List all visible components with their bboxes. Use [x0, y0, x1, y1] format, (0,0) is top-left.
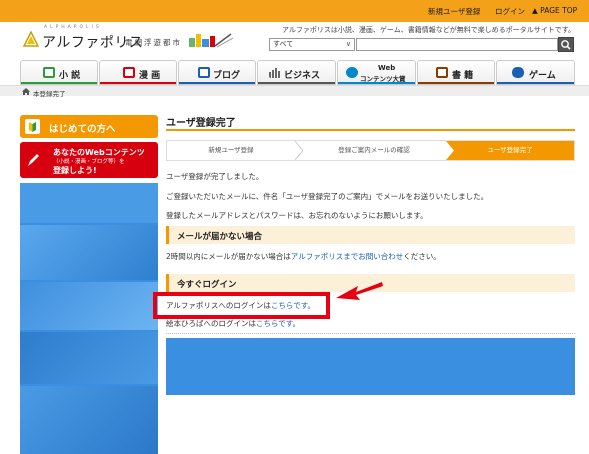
- page-title: ユーザ登録完了: [166, 118, 236, 129]
- sidebar-banner[interactable]: [20, 183, 158, 223]
- step-1: 新規ユーザ登録: [208, 146, 254, 154]
- email-sent-message: ご登録いただいたメールに、件名「ユーザ登録完了のご案内」でメールをお送りいたしま…: [166, 192, 489, 201]
- nav-item-game[interactable]: ゲーム: [496, 60, 575, 85]
- gamepad-icon: [512, 67, 524, 78]
- step-3-active: ユーザ登録完了: [446, 141, 574, 160]
- nav-item-blog[interactable]: ブログ: [178, 60, 256, 85]
- book-icon: [436, 67, 448, 78]
- logo-kana: ALPHAPOLIS: [44, 25, 102, 30]
- mail-help-text: 2時間以内にメールが届かない場合はアルファポリスまでお問い合わせください。: [166, 252, 441, 261]
- contents-award-icon: [346, 67, 358, 78]
- section-heading-mail: メールが届かない場合: [166, 226, 575, 244]
- ehon-login-text: 絵本ひろばへのログインはこちらです。: [166, 319, 301, 328]
- chevron-right-icon: [446, 141, 454, 160]
- search-input[interactable]: [356, 38, 558, 51]
- red-arrow-icon: [336, 282, 383, 300]
- top-bar: 新規ユーザ登録 ログイン ▲ PAGE TOP: [0, 0, 589, 22]
- remember-credentials-message: 登録したメールアドレスとパスワードは、お忘れのないようにお願いします。: [166, 211, 428, 220]
- chevron-right-icon: [295, 141, 303, 160]
- blog-icon: [198, 67, 210, 78]
- site-tagline: アルファポリスは小説、漫画、ゲーム、書籍情報などが無料で楽しめるポータルサイトで…: [281, 26, 575, 34]
- completion-message: ユーザ登録が完了しました。: [166, 172, 264, 181]
- logo-subtitle: 電網浮遊都市: [125, 38, 182, 47]
- beginners-guide-button[interactable]: はじめての方へ: [20, 115, 158, 138]
- breadcrumb: 本登録完了: [0, 85, 589, 98]
- register-contents-button[interactable]: あなたのWebコンテンツ （小説・漫画・ブログ等）を 登録しよう!: [20, 142, 158, 178]
- search-icon: [561, 40, 571, 50]
- step-2: 登録ご案内メールの確認: [338, 146, 410, 154]
- nav-item-web-contents-award[interactable]: Web コンテンツ大賞: [337, 60, 416, 85]
- home-icon[interactable]: [22, 88, 30, 95]
- page-top-link[interactable]: ▲ PAGE TOP: [532, 6, 577, 15]
- search-button[interactable]: [558, 37, 574, 52]
- sidebar-banner[interactable]: [20, 386, 158, 454]
- main-nav: 小 説 漫 画 ブログ ビジネス Web コンテンツ大賞 書 籍 ゲーム: [20, 60, 575, 85]
- nav-item-novel[interactable]: 小 説: [20, 60, 98, 85]
- beginner-mark-icon: [25, 119, 40, 134]
- search-category-value: すべて: [273, 40, 294, 48]
- sidebar-banner[interactable]: [20, 225, 158, 280]
- nav-item-manga[interactable]: 漫 画: [99, 60, 177, 85]
- registration-steps: 新規ユーザ登録 登録ご案内メールの確認 ユーザ登録完了: [166, 140, 575, 161]
- nav-item-business[interactable]: ビジネス: [257, 60, 336, 85]
- alphapolis-logo-icon[interactable]: [23, 31, 39, 48]
- search-category-select[interactable]: すべて ∨: [269, 38, 355, 51]
- pen-icon: [28, 154, 39, 166]
- breadcrumb-current: 本登録完了: [33, 90, 66, 98]
- chevron-down-icon: ∨: [345, 40, 351, 48]
- register-link[interactable]: 新規ユーザ登録: [428, 6, 480, 17]
- login-link[interactable]: ログイン: [495, 6, 525, 17]
- divider: [166, 333, 575, 334]
- sidebar-banner[interactable]: [20, 332, 158, 384]
- sidebar-banner[interactable]: [20, 282, 158, 330]
- business-icon: [269, 68, 280, 78]
- ehon-banner[interactable]: [166, 338, 575, 395]
- sidebar-banner-column[interactable]: [20, 183, 158, 454]
- ehon-login-link[interactable]: こちらです。: [256, 319, 300, 328]
- title-underline: [166, 129, 575, 131]
- contact-link[interactable]: アルファポリスまでお問い合わせ: [291, 252, 403, 261]
- novel-icon: [43, 67, 55, 78]
- nav-item-books[interactable]: 書 籍: [417, 60, 495, 85]
- city-skyline-icon: [189, 33, 233, 48]
- manga-icon: [123, 67, 135, 78]
- highlight-box: [153, 292, 330, 319]
